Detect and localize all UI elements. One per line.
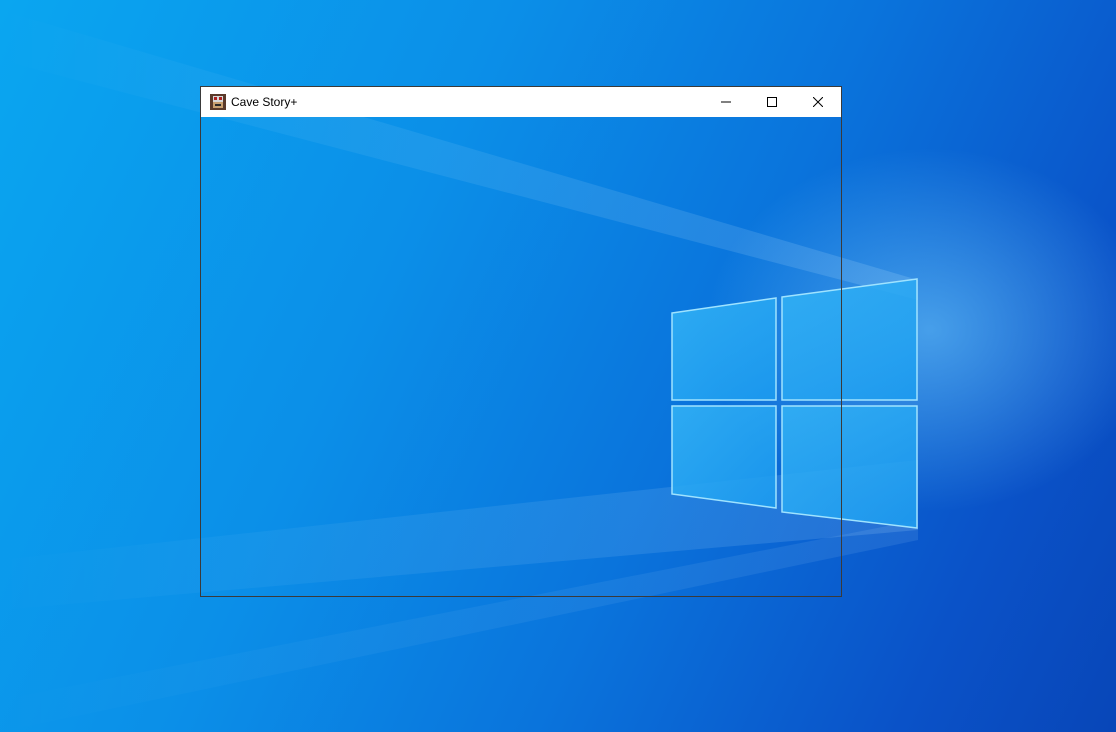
minimize-button[interactable] (703, 87, 749, 117)
desktop-wallpaper: Cave Story+ (0, 0, 1116, 732)
window-client-area[interactable] (201, 117, 841, 596)
window-title: Cave Story+ (231, 95, 298, 109)
caption-buttons (703, 87, 841, 117)
maximize-icon (767, 97, 777, 107)
cave-story-window[interactable]: Cave Story+ (200, 86, 842, 597)
minimize-icon (721, 101, 731, 103)
maximize-button[interactable] (749, 87, 795, 117)
close-button[interactable] (795, 87, 841, 117)
cave-story-icon (210, 94, 226, 110)
close-icon (813, 97, 823, 107)
window-titlebar[interactable]: Cave Story+ (201, 87, 841, 117)
